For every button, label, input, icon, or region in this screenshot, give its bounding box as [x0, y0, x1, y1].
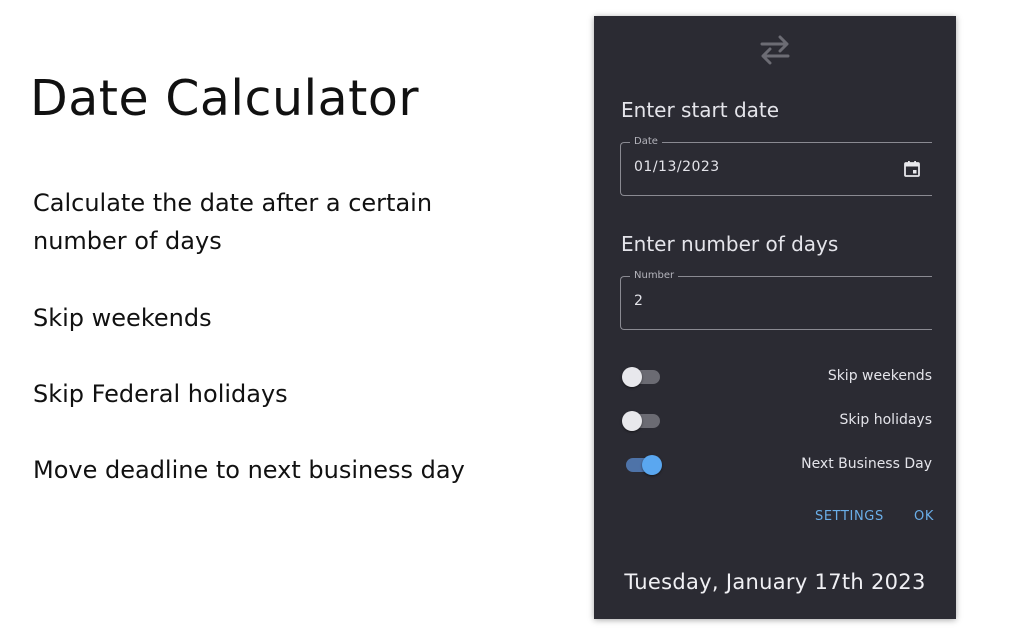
settings-button[interactable]: SETTINGS — [815, 509, 884, 524]
toggle-row-skip-weekends: Skip weekends — [620, 362, 932, 390]
feature-calculate-date: Calculate the date after a certain numbe… — [33, 189, 433, 255]
number-of-days-field[interactable]: Number 2 — [620, 269, 932, 330]
next-business-day-switch[interactable] — [622, 455, 662, 475]
calendar-icon[interactable] — [902, 159, 922, 179]
ok-button[interactable]: OK — [914, 509, 934, 524]
feature-skip-weekends: Skip weekends — [33, 304, 212, 332]
feature-next-business-day: Move deadline to next business day — [33, 456, 465, 484]
skip-holidays-switch[interactable] — [622, 411, 660, 431]
switch-thumb — [642, 455, 662, 475]
skip-weekends-label: Skip weekends — [827, 368, 932, 384]
skip-holidays-label: Skip holidays — [839, 412, 932, 428]
skip-weekends-switch[interactable] — [622, 367, 660, 387]
number-of-days-legend: Number — [630, 269, 679, 283]
next-business-day-label: Next Business Day — [801, 456, 932, 472]
start-date-legend: Date — [630, 135, 662, 149]
result-date: Tuesday, January 17th 2023 — [624, 570, 926, 594]
start-date-value[interactable]: 01/13/2023 — [634, 159, 720, 175]
swap-arrows-icon[interactable] — [756, 32, 794, 68]
feature-skip-holidays: Skip Federal holidays — [33, 380, 288, 408]
number-of-days-heading: Enter number of days — [621, 232, 839, 256]
start-date-field[interactable]: Date 01/13/2023 — [620, 135, 932, 196]
promo-title: Date Calculator — [30, 70, 420, 127]
start-date-heading: Enter start date — [621, 98, 780, 122]
number-of-days-value[interactable]: 2 — [634, 293, 643, 309]
switch-thumb — [622, 411, 642, 431]
date-calculator-panel: Enter start date Date 01/13/2023 Enter n… — [594, 16, 956, 619]
toggle-row-next-business-day: Next Business Day — [620, 450, 932, 478]
switch-thumb — [622, 367, 642, 387]
toggle-row-skip-holidays: Skip holidays — [620, 406, 932, 434]
